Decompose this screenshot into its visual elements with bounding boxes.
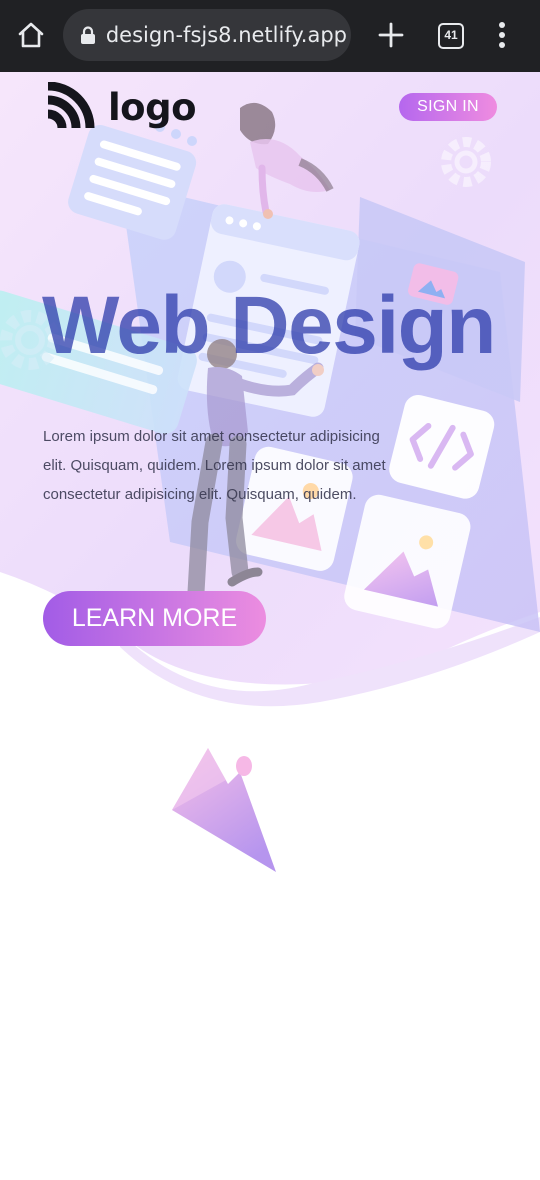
logo-text: logo <box>108 86 197 129</box>
address-bar[interactable]: design-fsjs8.netlify.app <box>63 9 351 61</box>
logo-mark-icon <box>47 82 95 129</box>
hero-title: Web Design <box>42 280 496 371</box>
hero-section: logo SIGN IN Web Design Lorem ipsum dolo… <box>0 72 540 732</box>
more-menu-icon[interactable] <box>492 20 512 50</box>
sign-in-button[interactable]: SIGN IN <box>399 93 497 121</box>
url-text[interactable]: design-fsjs8.netlify.app <box>107 22 347 48</box>
browser-toolbar: design-fsjs8.netlify.app 41 <box>0 0 540 72</box>
learn-more-button[interactable]: LEARN MORE <box>43 591 266 646</box>
image-icon <box>172 748 276 872</box>
home-icon[interactable] <box>16 20 46 50</box>
tab-switcher-icon[interactable]: 41 <box>438 23 464 49</box>
lock-icon[interactable] <box>79 26 97 44</box>
logo[interactable]: logo <box>42 82 202 134</box>
plus-icon[interactable] <box>376 20 406 50</box>
hero-description: Lorem ipsum dolor sit amet consectetur a… <box>43 428 386 503</box>
